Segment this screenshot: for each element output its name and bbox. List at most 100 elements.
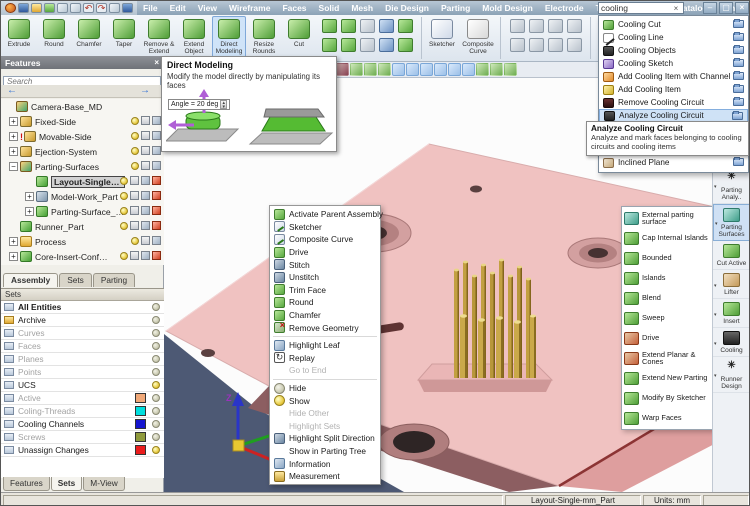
export-icon[interactable] [44,3,55,13]
ctx-activate-parent-assembly[interactable]: Activate Parent Assembly [270,208,383,221]
pick-feature-icon[interactable] [406,63,419,76]
panel-close-icon[interactable]: × [154,58,159,67]
fly-extend-planar-cones[interactable]: Extend Planar & Cones [622,348,714,368]
layers-icon[interactable] [152,161,161,170]
expander-icon[interactable] [25,192,34,201]
shape-tool-icon[interactable] [322,19,337,33]
resize-rounds-button[interactable]: Resize Rounds [247,16,281,61]
frame-icon[interactable] [130,176,139,185]
table-tool-icon[interactable] [548,19,563,33]
category-folder-icon[interactable] [733,157,744,166]
ctx-round[interactable]: Round [270,296,380,309]
bottom-tab-m-view[interactable]: M-View [83,477,125,491]
tree-item-ejection-system[interactable]: Ejection-System [1,144,164,159]
shape-tool-icon[interactable] [398,19,413,33]
tree-item-layout-single-mm[interactable]: Layout-Single-mm [1,174,164,189]
feature-search[interactable] [3,71,161,88]
frame-icon[interactable] [130,206,139,215]
dd-add-cooling-item-with-channel[interactable]: Add Cooling Item with Channel [599,70,748,83]
tree-item-parting-surface-part[interactable]: Parting-Surface_Part [1,204,164,219]
extend-object-button[interactable]: Extend Object [177,16,211,61]
filter-list-icon[interactable] [490,63,503,76]
set-row-coling-threads[interactable]: Coling-Threads [1,405,164,418]
rtb-parting-surfaces[interactable]: ▾ Parting Surfaces [713,204,749,241]
pick-assembly-icon[interactable] [448,63,461,76]
view-tool-icon[interactable] [567,19,582,33]
dimension-tool-icon[interactable] [510,19,525,33]
set-row-cooling-channels[interactable]: Cooling Channels [1,418,164,431]
tab-parting[interactable]: Parting [92,273,136,287]
rtb-parting-analysis[interactable]: ▾Parting Analy.. [713,168,749,204]
select-filter-icon[interactable] [350,63,363,76]
visibility-bulb-icon[interactable] [120,176,128,185]
visibility-bulb-icon[interactable] [131,131,139,140]
bottom-tab-sets[interactable]: Sets [50,477,83,491]
layers-icon[interactable] [141,206,150,215]
ctx-trim-face[interactable]: Trim Face [270,284,380,297]
layers-icon[interactable] [141,251,150,260]
color-swatch[interactable] [135,406,146,416]
state-icon[interactable] [152,176,161,185]
shape-tool-icon[interactable] [360,19,375,33]
visibility-bulb-icon[interactable] [120,221,128,230]
composite-curve-button[interactable]: Composite Curve [459,16,497,61]
layers-icon[interactable] [141,221,150,230]
tree-item-runner-part[interactable]: Runner_Part [1,219,164,234]
tree-item-process[interactable]: Process [1,234,164,249]
visibility-bulb-icon[interactable] [131,146,139,155]
capture-icon[interactable] [109,3,120,13]
ctx-highlight-split-direction[interactable]: Highlight Split Direction [270,432,380,445]
frame-icon[interactable] [130,191,139,200]
frame-icon[interactable] [141,161,150,170]
expander-icon[interactable] [9,162,18,171]
shape-tool-icon[interactable] [322,38,337,52]
set-row-ucs[interactable]: UCS [1,379,164,392]
set-visibility-bulb-icon[interactable] [152,381,160,389]
fly-external-parting-surface[interactable]: External parting surface [622,208,714,228]
rtb-cut-active[interactable]: Cut Active [713,241,749,270]
category-folder-icon[interactable] [733,32,744,41]
menu-edit[interactable]: Edit [164,1,192,15]
command-search-box[interactable]: × [598,2,684,14]
set-visibility-bulb-icon[interactable] [152,420,160,428]
direct-modeling-button[interactable]: Direct Modeling [212,16,246,61]
cut-button[interactable]: Cut [282,16,316,61]
visibility-bulb-icon[interactable] [120,251,128,260]
set-row-archive[interactable]: Archive [1,314,164,327]
set-visibility-bulb-icon[interactable] [152,433,160,441]
set-visibility-bulb-icon[interactable] [152,329,160,337]
fly-extend-new-parting[interactable]: Extend New Parting [622,368,714,388]
category-folder-icon[interactable] [733,71,744,80]
sketcher-button[interactable]: Sketcher [426,16,458,61]
tab-assembly[interactable]: Assembly [3,273,59,287]
frame-icon[interactable] [130,251,139,260]
chamfer-button[interactable]: Chamfer [72,16,106,61]
ctx-sketcher[interactable]: Sketcher [270,221,380,234]
set-visibility-bulb-icon[interactable] [152,394,160,402]
remove-extend-button[interactable]: Remove & Extend [142,16,176,61]
maximize-button[interactable] [719,2,733,14]
search-input[interactable] [599,3,671,13]
set-visibility-bulb-icon[interactable] [152,355,160,363]
round-button[interactable]: Round [37,16,71,61]
set-row-points[interactable]: Points [1,366,164,379]
pick-body-icon[interactable] [420,63,433,76]
state-icon[interactable] [152,206,161,215]
shape-tool-icon[interactable] [398,38,413,52]
expander-icon[interactable] [9,117,18,126]
shape-tool-icon[interactable] [341,38,356,52]
ctx-measurement[interactable]: Measurement [270,470,380,483]
selection-set-icon[interactable] [504,63,517,76]
menu-mold-design[interactable]: Mold Design [476,1,539,15]
tree-item-fixed-side[interactable]: Fixed-Side [1,114,164,129]
expander-icon[interactable] [9,132,18,141]
shape-tool-icon[interactable] [379,19,394,33]
state-icon[interactable] [152,191,161,200]
frame-icon[interactable] [130,221,139,230]
fly-islands[interactable]: Islands [622,268,714,288]
visibility-bulb-icon[interactable] [131,236,139,245]
rtb-lifter[interactable]: ▾ Lifter [713,270,749,299]
tree-item-movable-side[interactable]: !Movable-Side [1,129,164,144]
category-folder-icon[interactable] [733,97,744,106]
menu-wireframe[interactable]: Wireframe [223,1,277,15]
